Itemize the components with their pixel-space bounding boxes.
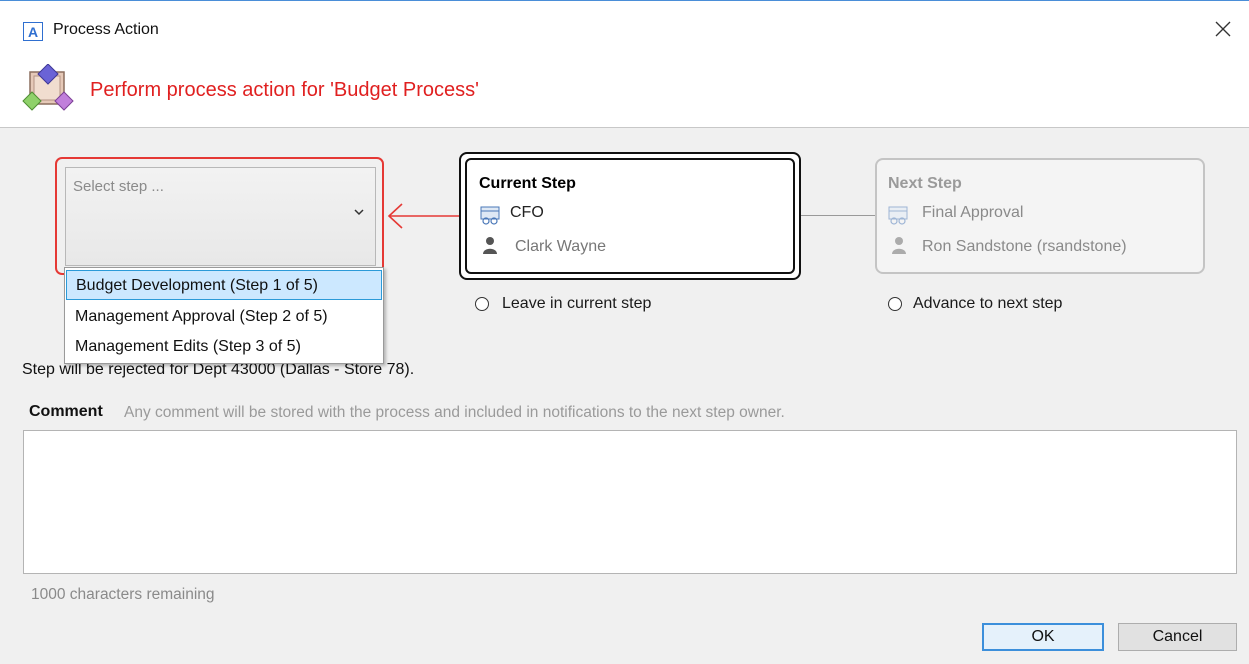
title-bar: A Process Action [0,0,1249,62]
app-logo-icon: A [23,22,43,41]
comment-field[interactable] [23,430,1237,574]
select-step-placeholder: Select step ... [73,178,164,195]
current-step-role: CFO [510,204,544,221]
characters-remaining: 1000 characters remaining [31,586,215,603]
comment-hint: Any comment will be stored with the proc… [124,404,785,421]
cancel-button[interactable]: Cancel [1118,623,1237,651]
comment-label: Comment [29,403,103,420]
next-step-role: Final Approval [922,204,1024,221]
window-title: Process Action [53,21,159,38]
process-icon [22,64,74,111]
next-step-title: Next Step [888,175,962,192]
current-step-title: Current Step [479,175,576,192]
step-option[interactable]: Management Edits (Step 3 of 5) [66,332,382,362]
next-step-person: Ron Sandstone (rsandstone) [922,238,1127,255]
reject-arrow-icon [387,203,460,229]
ok-button[interactable]: OK [982,623,1104,651]
header-title: Perform process action for 'Budget Proce… [90,79,479,101]
step-option[interactable]: Budget Development (Step 1 of 5) [66,270,382,300]
chevron-down-icon[interactable] [353,207,365,217]
close-icon[interactable] [1211,17,1235,41]
role-icon [888,206,908,225]
step-option[interactable]: Management Approval (Step 2 of 5) [66,302,382,332]
step-options-list: Budget Development (Step 1 of 5) Managem… [64,267,384,364]
dialog-header: Perform process action for 'Budget Proce… [0,62,1249,128]
advance-next-step-label[interactable]: Advance to next step [913,295,1062,313]
current-step-person: Clark Wayne [515,238,606,255]
leave-current-step-label[interactable]: Leave in current step [502,295,651,313]
advance-next-step-radio[interactable] [888,297,902,311]
leave-current-step-radio[interactable] [475,297,489,311]
user-icon [483,237,497,254]
step-connector [801,215,876,216]
role-icon [480,206,500,225]
user-icon [892,237,906,254]
